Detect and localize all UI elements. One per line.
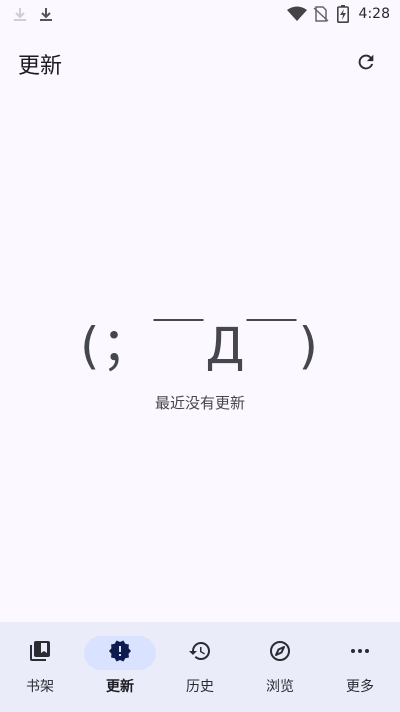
top-app-bar: 更新 [0, 36, 400, 92]
nav-item-more[interactable]: 更多 [320, 636, 400, 696]
nav-indicator [244, 636, 316, 670]
status-left [12, 6, 54, 22]
nav-item-library[interactable]: 书架 [0, 636, 80, 696]
refresh-button[interactable] [346, 44, 386, 84]
compass-icon [268, 639, 292, 667]
nav-label: 书架 [26, 679, 54, 695]
new-releases-icon [108, 639, 132, 667]
history-icon [188, 639, 212, 667]
nav-indicator [164, 636, 236, 670]
status-right: 4:28 [286, 5, 390, 23]
page-title: 更新 [18, 54, 63, 79]
library-icon [28, 639, 52, 667]
empty-message: 最近没有更新 [154, 394, 245, 412]
download-icon [12, 6, 28, 22]
bottom-navigation: 书架 更新 历史 浏览 更多 [0, 622, 400, 712]
no-sim-icon [313, 6, 329, 22]
nav-label: 历史 [186, 679, 214, 695]
nav-item-updates[interactable]: 更新 [80, 636, 160, 696]
status-time: 4:28 [358, 6, 390, 22]
nav-item-browse[interactable]: 浏览 [240, 636, 320, 696]
nav-item-history[interactable]: 历史 [160, 636, 240, 696]
download-icon [38, 6, 54, 22]
nav-label: 更新 [106, 679, 134, 695]
refresh-icon [355, 51, 377, 77]
wifi-icon [286, 6, 307, 22]
nav-indicator [84, 636, 156, 670]
more-horiz-icon [348, 639, 372, 667]
nav-indicator [324, 636, 396, 670]
battery-charging-icon [335, 5, 351, 23]
nav-label: 更多 [346, 679, 374, 695]
nav-indicator [4, 636, 76, 670]
empty-state: (；￣Д￣) 最近没有更新 [0, 300, 400, 413]
nav-label: 浏览 [266, 679, 294, 695]
empty-kaomoji: (；￣Д￣) [79, 317, 321, 375]
status-bar: 4:28 [0, 0, 400, 28]
